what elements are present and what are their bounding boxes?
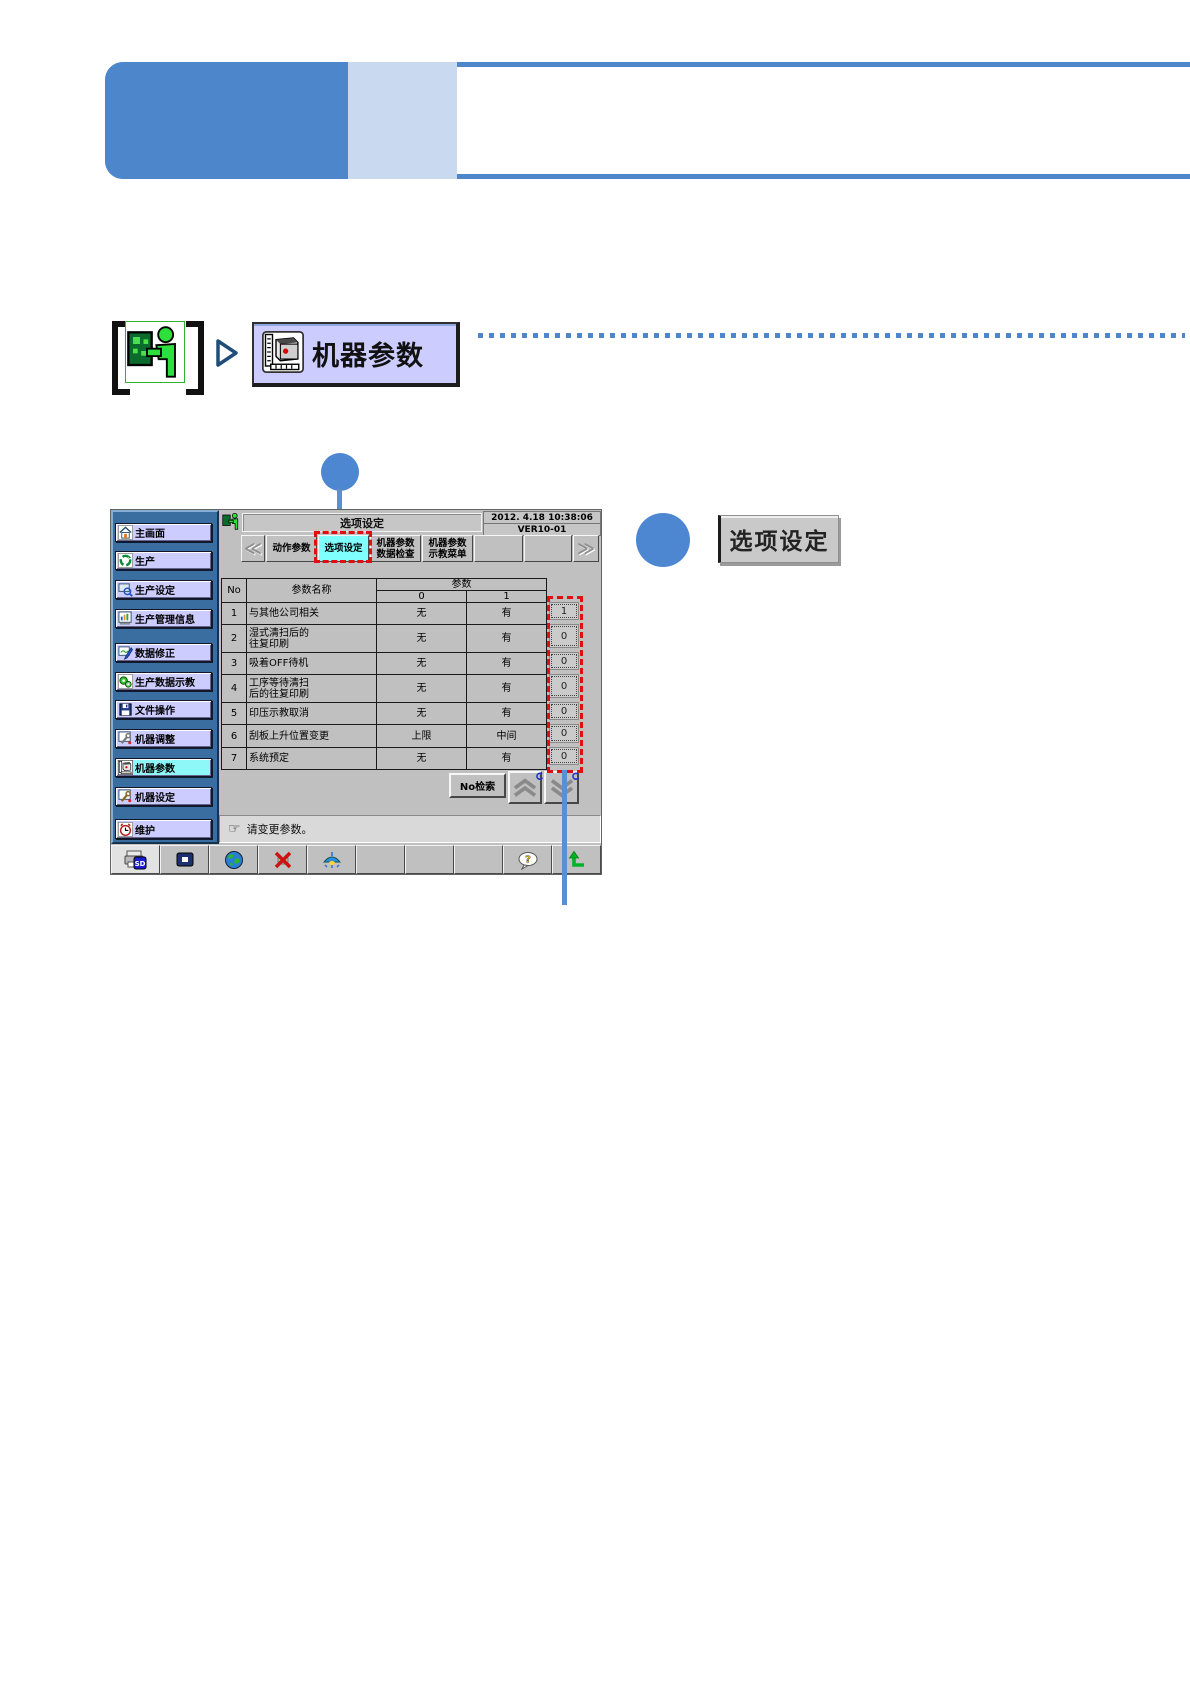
machine-parameter-menu-button[interactable]: 机器参数: [252, 322, 460, 387]
machine-parameter-icon: [262, 330, 304, 377]
tab-machine-parameter-data-check[interactable]: 机器参数 数据检查: [370, 535, 421, 562]
toolbar-blank-2: [405, 845, 454, 874]
sidebar-item-main-screen[interactable]: 主画面: [115, 523, 212, 542]
col-header-0: 0: [376, 590, 467, 603]
col-header-name: 参数名称: [246, 578, 377, 603]
callout-1-circle: [321, 453, 359, 491]
help-icon[interactable]: ?: [503, 845, 552, 874]
table-row: 1 与其他公司相关 无 有: [221, 602, 547, 625]
sidebar-item-production[interactable]: 生产: [115, 551, 212, 570]
tab-next-button[interactable]: ≫: [573, 535, 599, 562]
sd-print-icon[interactable]: SD: [111, 845, 160, 874]
repeat-curl-icon: [535, 766, 544, 780]
tab-blank-2: [524, 535, 572, 562]
menu-button-label: 机器参数: [312, 341, 424, 372]
tab-action-parameters[interactable]: 动作参数: [266, 535, 317, 562]
maintenance-icon: [118, 821, 133, 837]
monitor-icon[interactable]: [160, 845, 209, 874]
callout-value-line: [562, 770, 567, 905]
right-bracket: [186, 321, 204, 395]
value-column-highlight: [547, 596, 583, 773]
table-row: 4 工序等待清扫 后的往复印刷 无 有: [221, 674, 547, 703]
machine-adjust-icon: [118, 731, 133, 746]
parameters-table: No 参数名称 参数 0 1 1 与其他公司相关 无 有 2 湿式清扫后的 往复…: [221, 578, 547, 770]
repeat-curl-icon: [571, 766, 580, 780]
home-icon: [118, 525, 133, 540]
machine-parameter-icon: [118, 760, 133, 775]
network-off-icon[interactable]: [258, 845, 307, 874]
sidebar-item-machine-adjust[interactable]: 机器调整: [115, 729, 212, 748]
sidebar-item-data-correction[interactable]: 数据修正: [115, 643, 212, 662]
screen-title: 选项设定: [242, 513, 482, 532]
file-operation-icon: [118, 702, 133, 717]
tab-prev-button[interactable]: ≪: [241, 535, 265, 562]
sidebar-item-file-operation[interactable]: 文件操作: [115, 700, 212, 719]
sidebar-item-maintenance[interactable]: 维护: [115, 819, 212, 839]
data-correction-icon: [118, 645, 133, 660]
toolbar-blank-1: [356, 845, 405, 874]
col-header-1: 1: [466, 590, 547, 603]
sidebar-item-production-settings[interactable]: 生产设定: [115, 580, 212, 599]
toolbar-blank-3: [454, 845, 503, 874]
teaching-icon: [118, 674, 133, 689]
col-header-no: No: [221, 578, 247, 603]
production-settings-icon: [118, 582, 133, 597]
sidebar-item-machine-parameter[interactable]: 机器参数: [115, 758, 212, 777]
machine-settings-icon: [118, 789, 133, 804]
col-header-param: 参数: [376, 578, 547, 591]
status-bar: ☞ 请变更参数。: [219, 815, 601, 843]
chapter-banner: [105, 62, 1190, 179]
exit-icon[interactable]: [552, 845, 601, 874]
table-row: 3 吸着OFF待机 无 有: [221, 652, 547, 675]
bottom-toolbar: SD ?: [111, 845, 601, 874]
dotted-leader-line: [478, 333, 1185, 338]
chapter-banner-dark-block: [105, 62, 348, 179]
callout-2-circle: [636, 513, 690, 567]
option-settings-tab-highlight: [314, 531, 372, 563]
production-icon: [118, 553, 133, 568]
table-row: 5 印压示教取消 无 有: [221, 702, 547, 725]
operator-panel-icon: [125, 321, 185, 383]
sidebar-item-production-data-teaching[interactable]: 生产数据示教: [115, 672, 212, 691]
tab-blank-1: [474, 535, 523, 562]
manual-page: { "banner": { "dark_color": "#4d86cb", "…: [0, 0, 1190, 1684]
production-info-icon: [118, 611, 133, 626]
svg-text:?: ?: [525, 854, 531, 865]
chapter-banner-light-block: [348, 62, 457, 179]
svg-text:SD: SD: [134, 860, 145, 868]
screen-title-icon: [222, 512, 240, 530]
lamp-icon[interactable]: [307, 845, 356, 874]
status-message: 请变更参数。: [246, 823, 313, 836]
globe-icon[interactable]: [209, 845, 258, 874]
no-search-button[interactable]: No检索: [449, 773, 506, 798]
table-row: 7 系统预定 无 有: [221, 747, 547, 770]
triangle-right-icon: [215, 338, 239, 372]
sidebar-item-machine-settings[interactable]: 机器设定: [115, 787, 212, 806]
table-row: 2 湿式清扫后的 往复印刷 无 有: [221, 624, 547, 653]
tab-machine-parameter-teaching-menu[interactable]: 机器参数 示教菜单: [422, 535, 473, 562]
option-settings-action-button[interactable]: 选项设定: [718, 515, 839, 563]
pointing-hand-icon: ☞: [228, 821, 241, 837]
table-row: 6 刮板上升位置变更 上限 中间: [221, 724, 547, 748]
sidebar-item-production-info[interactable]: 生产管理信息: [115, 609, 212, 628]
machine-ui-screenshot: 主画面 生产 生产设定 生产管理信息 数据修正 生产数据示教 文件操作 机器调整…: [110, 509, 602, 875]
